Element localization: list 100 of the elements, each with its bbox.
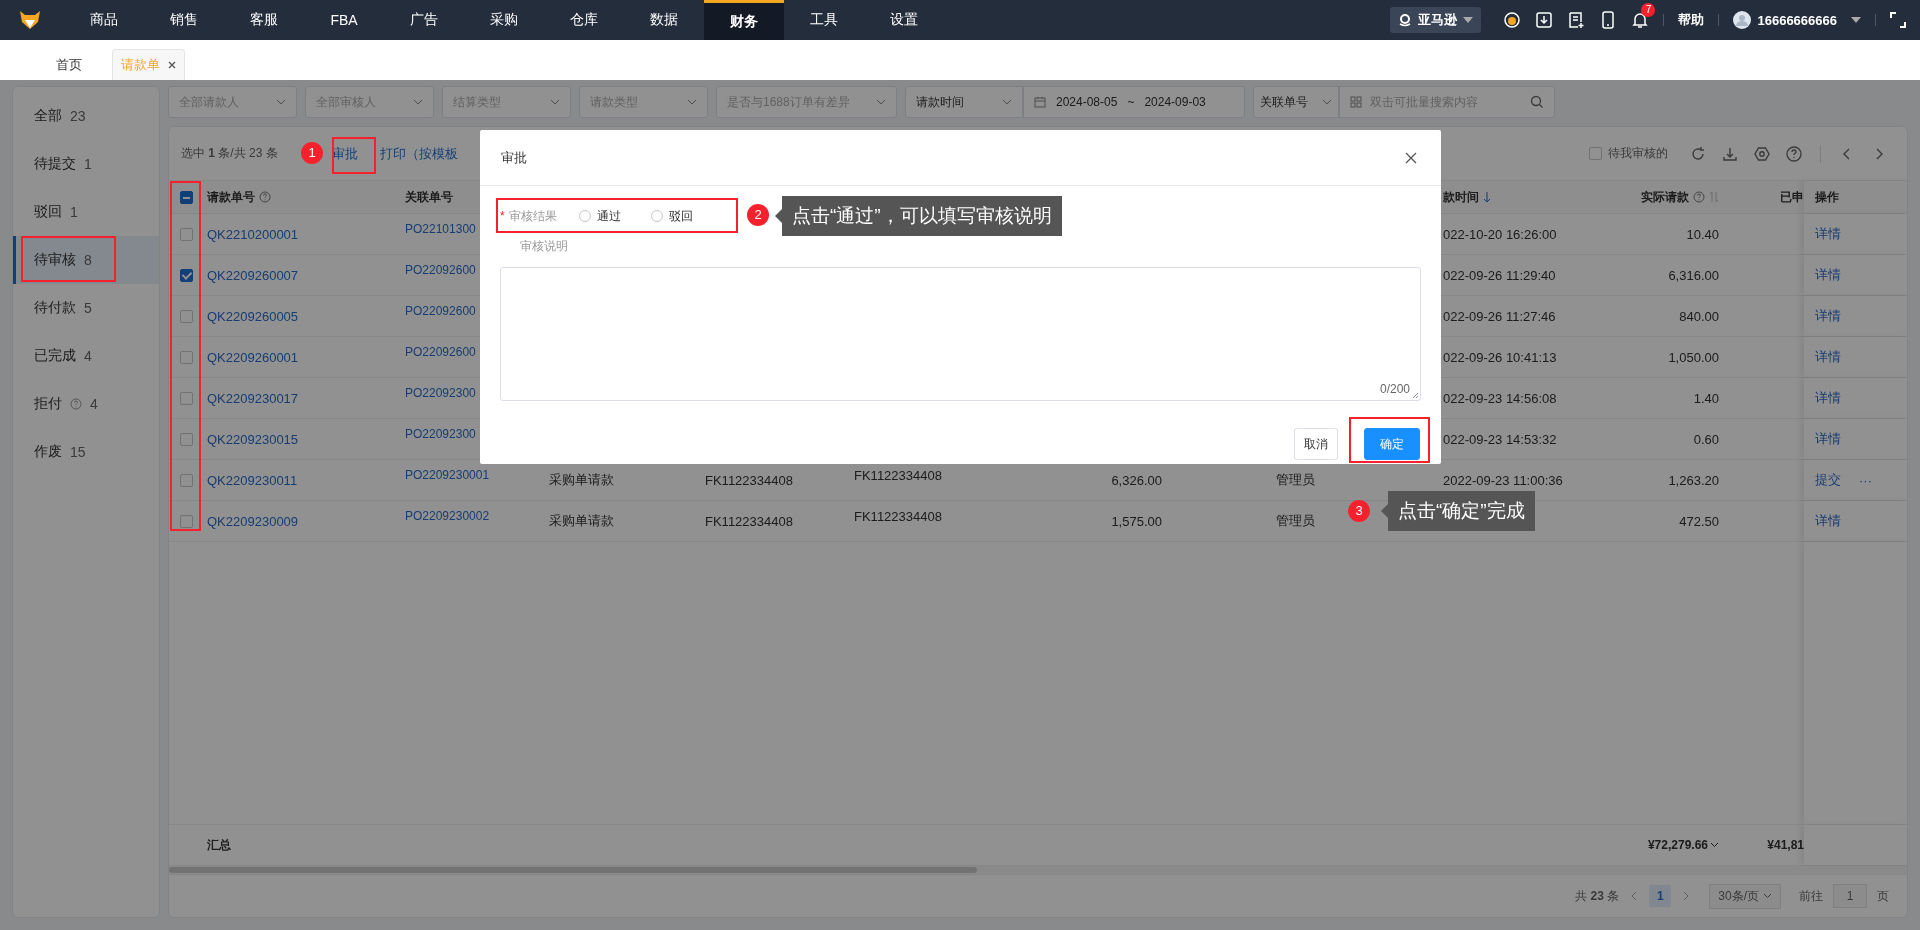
nav-tab[interactable]: 财务 — [704, 0, 784, 40]
sidebar-item[interactable]: 全部 23 — [13, 92, 159, 140]
dialog-button[interactable]: 取消 — [1294, 428, 1338, 460]
grid-icon — [1350, 96, 1362, 108]
horizontal-scrollbar[interactable] — [169, 866, 1907, 874]
sidebar-item[interactable]: 驳回 1 — [13, 188, 159, 236]
action-link[interactable]: 详情 — [1815, 389, 1841, 407]
column-header: 请款单号 — [207, 188, 255, 206]
date-range-field[interactable]: 2024-08-05 ~ 2024-09-03 — [1023, 86, 1245, 118]
page-tab[interactable]: 请款单 — [112, 49, 185, 80]
request-number-link[interactable]: QK2209260005 — [207, 308, 299, 324]
page-size-select[interactable]: 30条/页 — [1709, 883, 1781, 909]
related-number-link[interactable]: PO2209230001 — [405, 468, 490, 482]
action-link[interactable]: ··· — [1859, 472, 1872, 488]
action-link[interactable]: 详情 — [1815, 348, 1841, 366]
table-cell: 2022-09-23 11:00:36 — [1443, 472, 1563, 488]
table-cell: FK1122334408 — [854, 468, 942, 483]
row-checkbox[interactable] — [179, 309, 193, 323]
action-link[interactable]: 详情 — [1815, 307, 1841, 325]
document-plus-icon[interactable] — [1567, 11, 1586, 29]
nav-tab[interactable]: 客服 — [224, 0, 304, 40]
radio-option[interactable]: 通过 — [578, 207, 621, 225]
note-textarea[interactable]: 0/200 — [500, 267, 1421, 401]
row-checkbox[interactable] — [179, 473, 193, 487]
nav-tab[interactable]: 采购 — [464, 0, 544, 40]
request-number-link[interactable]: QK2209230015 — [207, 431, 299, 447]
bell-icon[interactable] — [1631, 11, 1650, 29]
select-field[interactable]: 关联单号 — [1253, 86, 1339, 118]
action-link[interactable]: 详情 — [1815, 512, 1841, 530]
chevron-down-icon — [550, 99, 560, 105]
highlight-frame — [332, 137, 376, 174]
nav-tab[interactable]: 数据 — [624, 0, 704, 40]
refresh-icon[interactable] — [1690, 145, 1706, 162]
resize-grip-icon[interactable] — [1412, 392, 1419, 399]
close-icon[interactable] — [1405, 151, 1417, 164]
sidebar-item[interactable]: 已完成 4 — [13, 332, 159, 380]
action-link[interactable]: 提交 — [1815, 471, 1841, 489]
request-number-link[interactable]: QK2209230017 — [207, 390, 299, 406]
sidebar-item[interactable]: 待付款 5 — [13, 284, 159, 332]
related-number-link[interactable]: PO22092300 — [405, 427, 476, 441]
store-selector[interactable]: 亚马逊 — [1390, 7, 1482, 33]
settings-icon[interactable] — [1754, 145, 1770, 162]
request-number-link[interactable]: QK2209230011 — [207, 472, 298, 488]
select-field[interactable]: 请款时间 — [905, 86, 1023, 118]
column-header[interactable]: 款时间 — [1443, 188, 1479, 206]
row-checkbox[interactable] — [179, 268, 193, 282]
dialog-button[interactable]: 确定 — [1364, 428, 1420, 460]
request-number-link[interactable]: QK2209260001 — [207, 349, 299, 365]
help-icon[interactable] — [1786, 145, 1802, 162]
nav-tab[interactable]: 广告 — [384, 0, 464, 40]
fullscreen-icon[interactable] — [1890, 12, 1906, 28]
action-link[interactable]: 详情 — [1815, 225, 1841, 243]
page-button[interactable]: 1 — [1649, 885, 1672, 907]
related-number-link[interactable]: PO22092300 — [405, 386, 476, 400]
action-link[interactable]: 详情 — [1815, 430, 1841, 448]
nav-tab[interactable]: FBA — [304, 0, 384, 40]
request-number-link[interactable]: QK2209260007 — [207, 267, 299, 283]
checkbox-label[interactable]: 待我审核的 — [1608, 145, 1668, 162]
close-icon[interactable] — [168, 61, 176, 69]
help-link[interactable]: 帮助 — [1678, 11, 1705, 29]
page-input[interactable]: 1 — [1833, 884, 1867, 908]
request-number-link[interactable]: QK2210200001 — [207, 226, 299, 242]
sidebar-item[interactable]: 待审核 8 — [13, 236, 159, 284]
toolbar-link[interactable]: 审批 — [331, 144, 358, 163]
dialog-title: 审批 — [501, 148, 527, 167]
row-checkbox[interactable] — [179, 227, 193, 241]
row-checkbox[interactable] — [179, 514, 193, 528]
sidebar-item[interactable]: 作废 15 — [13, 428, 159, 476]
sort-down-icon[interactable] — [1483, 191, 1491, 203]
sidebar-item[interactable]: 拒付 4 — [13, 380, 159, 428]
caret-icon[interactable] — [1851, 17, 1861, 23]
nav-tab[interactable]: 商品 — [64, 0, 144, 40]
row-checkbox[interactable] — [179, 432, 193, 446]
user-name[interactable]: 16666666666 — [1757, 12, 1837, 28]
fox-logo-icon[interactable] — [18, 8, 42, 32]
radio-option[interactable]: 驳回 — [650, 207, 693, 225]
nav-tab[interactable]: 销售 — [144, 0, 224, 40]
related-number-link[interactable]: PO22092600 — [405, 304, 476, 318]
related-number-link[interactable]: PO22101300 — [405, 222, 476, 236]
row-checkbox[interactable] — [179, 391, 193, 405]
page-tab[interactable]: 首页 — [48, 50, 90, 80]
related-number-link[interactable]: PO22092600 — [405, 345, 476, 359]
select-all-checkbox[interactable] — [179, 190, 193, 204]
headset-icon[interactable] — [1503, 11, 1522, 29]
row-checkbox[interactable] — [179, 350, 193, 364]
table-cell: 0.60 — [1693, 431, 1719, 447]
request-number-link[interactable]: QK2209230009 — [207, 513, 299, 529]
toolbar-link[interactable]: 打印（按模板 — [379, 144, 458, 163]
avatar[interactable] — [1733, 11, 1752, 29]
nav-tab[interactable]: 设置 — [864, 0, 944, 40]
nav-tab[interactable]: 工具 — [784, 0, 864, 40]
nav-tab[interactable]: 仓库 — [544, 0, 624, 40]
checkbox[interactable] — [1589, 147, 1602, 160]
related-number-link[interactable]: PO22092600 — [405, 263, 476, 277]
column-header[interactable]: 实际请款 — [1641, 188, 1689, 206]
chevron-down-icon[interactable] — [1710, 842, 1719, 848]
action-link[interactable]: 详情 — [1815, 266, 1841, 284]
related-number-link[interactable]: PO2209230002 — [405, 509, 490, 523]
sidebar-item[interactable]: 待提交 1 — [13, 140, 159, 188]
search-icon[interactable] — [1530, 95, 1544, 109]
